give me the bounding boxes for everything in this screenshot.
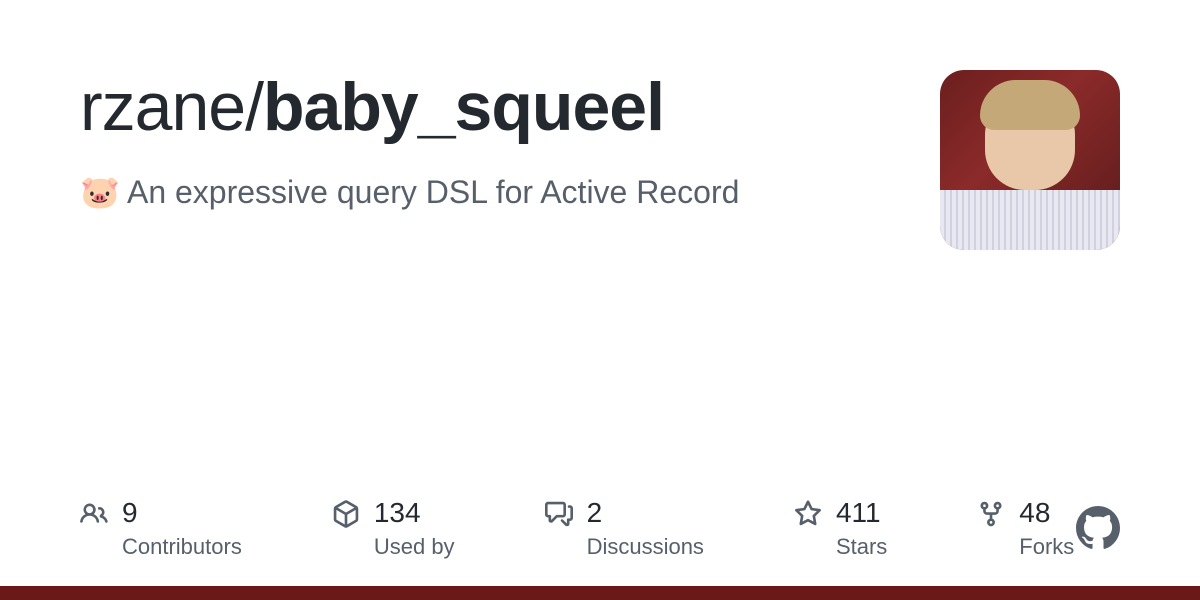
discussions-label: Discussions xyxy=(587,534,704,560)
star-icon xyxy=(794,500,822,528)
stat-discussions[interactable]: 2 Discussions xyxy=(545,496,704,560)
stats-row: 9 Contributors 134 Used by 2 Discussions xyxy=(80,496,1120,560)
owner-avatar[interactable] xyxy=(940,70,1120,250)
stars-label: Stars xyxy=(836,534,887,560)
repo-card: rzane/baby_squeel 🐷 An expressive query … xyxy=(0,0,1200,600)
package-icon xyxy=(332,500,360,528)
repo-name: baby_squeel xyxy=(263,69,664,145)
github-logo-icon[interactable] xyxy=(1076,506,1120,550)
fork-icon xyxy=(977,500,1005,528)
forks-value: 48 xyxy=(1019,496,1074,530)
stat-stars[interactable]: 411 Stars xyxy=(794,496,887,560)
repo-description: 🐷 An expressive query DSL for Active Rec… xyxy=(80,173,940,211)
used-by-value: 134 xyxy=(374,496,455,530)
stars-value: 411 xyxy=(836,496,887,530)
discussions-value: 2 xyxy=(587,496,704,530)
used-by-label: Used by xyxy=(374,534,455,560)
stat-forks[interactable]: 48 Forks xyxy=(977,496,1074,560)
discussions-icon xyxy=(545,500,573,528)
people-icon xyxy=(80,500,108,528)
contributors-label: Contributors xyxy=(122,534,242,560)
stat-used-by[interactable]: 134 Used by xyxy=(332,496,455,560)
accent-bar xyxy=(0,586,1200,600)
repo-owner: rzane xyxy=(80,69,245,145)
contributors-value: 9 xyxy=(122,496,242,530)
repo-title[interactable]: rzane/baby_squeel xyxy=(80,70,940,145)
header-row: rzane/baby_squeel 🐷 An expressive query … xyxy=(80,70,1120,250)
forks-label: Forks xyxy=(1019,534,1074,560)
stat-contributors[interactable]: 9 Contributors xyxy=(80,496,242,560)
title-block: rzane/baby_squeel 🐷 An expressive query … xyxy=(80,70,940,211)
